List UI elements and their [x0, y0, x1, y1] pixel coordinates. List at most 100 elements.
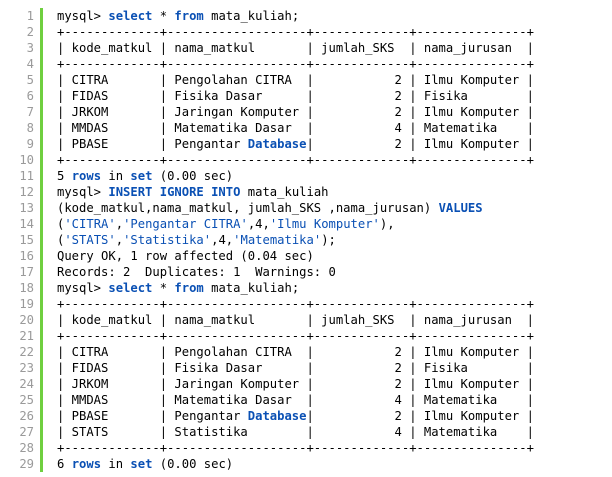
line-text: 5 rows in set (0.00 sec) [43, 168, 612, 184]
sql-keyword: from [174, 281, 204, 295]
code-line: 20 | kode_matkul | nama_matkul | jumlah_S… [0, 312, 612, 328]
line-text: (kode_matkul,nama_matkul, jumlah_SKS ,na… [43, 200, 612, 216]
text-segment: | JRKOM | Jaringan Komputer | 2 | Ilmu K… [57, 105, 534, 119]
text-segment: , [115, 233, 124, 247]
text-segment: ); [321, 233, 336, 247]
text-segment: mata_kuliah; [203, 281, 300, 295]
text-segment: 5 [57, 169, 72, 183]
line-text: Records: 2 Duplicates: 1 Warnings: 0 [43, 264, 612, 280]
line-number: 29 [19, 457, 34, 471]
line-number: 25 [19, 393, 34, 407]
text-segment: | MMDAS | Matematika Dasar | 4 | Matemat… [57, 393, 534, 407]
sql-keyword: set [130, 457, 153, 471]
text-segment: Query OK, 1 row affected (0.04 sec) [57, 249, 314, 263]
line-number: 24 [19, 377, 34, 391]
line-text: | FIDAS | Fisika Dasar | 2 | Fisika | [43, 360, 612, 376]
text-segment: , [115, 217, 124, 231]
code-line: 16 Query OK, 1 row affected (0.04 sec) [0, 248, 612, 264]
line-number: 18 [19, 281, 34, 295]
text-segment: | 2 | Ilmu Komputer | [306, 137, 534, 151]
text-segment: | FIDAS | Fisika Dasar | 2 | Fisika | [57, 361, 534, 375]
sql-keyword: select [108, 281, 153, 295]
text-segment: (0.00 sec) [152, 457, 234, 471]
line-text: +-------------+-------------------+-----… [43, 440, 612, 456]
code-line: 17 Records: 2 Duplicates: 1 Warnings: 0 [0, 264, 612, 280]
line-number: 19 [19, 297, 34, 311]
text-segment: +-------------+-------------------+-----… [57, 25, 534, 39]
text-segment: +-------------+-------------------+-----… [57, 57, 534, 71]
line-text: ('STATS','Statistika',4,'Matematika'); [43, 232, 612, 248]
sql-string: 'STATS' [64, 233, 116, 247]
code-line: 10 +-------------+-------------------+---… [0, 152, 612, 168]
line-number: 20 [19, 313, 34, 327]
line-text: | JRKOM | Jaringan Komputer | 2 | Ilmu K… [43, 104, 612, 120]
text-segment: ), [379, 217, 395, 231]
text-segment: (0.00 sec) [152, 169, 234, 183]
code-line: 1 mysql> select * from mata_kuliah; [0, 8, 612, 24]
sql-string: 'Ilmu Komputer' [269, 217, 380, 231]
line-number: 4 [26, 57, 34, 71]
sql-keyword: set [130, 169, 153, 183]
code-line: 24 | JRKOM | Jaringan Komputer | 2 | Ilmu… [0, 376, 612, 392]
line-text: | PBASE | Pengantar Database| 2 | Ilmu K… [43, 136, 612, 152]
line-number: 3 [26, 41, 34, 55]
line-text: | MMDAS | Matematika Dasar | 4 | Matemat… [43, 120, 612, 136]
line-text: | CITRA | Pengolahan CITRA | 2 | Ilmu Ko… [43, 72, 612, 88]
text-segment: in [101, 169, 131, 183]
sql-keyword: VALUES [438, 201, 483, 215]
line-number: 17 [19, 265, 34, 279]
text-segment: (kode_matkul,nama_matkul, jumlah_SKS ,na… [57, 201, 439, 215]
sql-keyword: from [174, 9, 204, 23]
text-segment: +-------------+-------------------+-----… [57, 297, 534, 311]
line-number: 27 [19, 425, 34, 439]
line-number: 8 [26, 121, 34, 135]
line-number: 22 [19, 345, 34, 359]
text-segment: +-------------+-------------------+-----… [57, 441, 534, 455]
line-number: 11 [19, 169, 34, 183]
line-text: ('CITRA','Pengantar CITRA',4,'Ilmu Kompu… [43, 216, 612, 232]
line-number: 9 [26, 137, 34, 151]
line-number: 10 [19, 153, 34, 167]
code-line: 9 | PBASE | Pengantar Database| 2 | Ilmu … [0, 136, 612, 152]
line-text: mysql> select * from mata_kuliah; [43, 8, 612, 24]
sql-string: 'CITRA' [64, 217, 116, 231]
line-number: 14 [19, 217, 34, 231]
code-line: 29 6 rows in set (0.00 sec) [0, 456, 612, 472]
text-segment: * [152, 9, 175, 23]
line-text: | JRKOM | Jaringan Komputer | 2 | Ilmu K… [43, 376, 612, 392]
line-text: | STATS | Statistika | 4 | Matematika | [43, 424, 612, 440]
text-segment: mysql> [57, 9, 109, 23]
sql-keyword: INSERT IGNORE INTO [108, 185, 241, 199]
line-number: 12 [19, 185, 34, 199]
text-segment: +-------------+-------------------+-----… [57, 329, 534, 343]
text-segment: | JRKOM | Jaringan Komputer | 2 | Ilmu K… [57, 377, 534, 391]
text-segment: | PBASE | Pengantar [57, 409, 248, 423]
code-line: 12 mysql> INSERT IGNORE INTO mata_kuliah [0, 184, 612, 200]
code-line: 28 +-------------+-------------------+---… [0, 440, 612, 456]
line-number: 28 [19, 441, 34, 455]
code-editor[interactable]: 1 mysql> select * from mata_kuliah; 2 +----… [0, 0, 612, 477]
line-text: +-------------+-------------------+-----… [43, 296, 612, 312]
line-number: 16 [19, 249, 34, 263]
line-text: | kode_matkul | nama_matkul | jumlah_SKS… [43, 312, 612, 328]
line-number: 15 [19, 233, 34, 247]
code-line: 5 | CITRA | Pengolahan CITRA | 2 | Ilmu K… [0, 72, 612, 88]
text-segment: mysql> [57, 185, 109, 199]
code-line: 15 ('STATS','Statistika',4,'Matematika'); [0, 232, 612, 248]
text-segment: Records: 2 Duplicates: 1 Warnings: 0 [57, 265, 336, 279]
line-text: mysql> INSERT IGNORE INTO mata_kuliah [43, 184, 612, 200]
code-line: 2 +-------------+-------------------+----… [0, 24, 612, 40]
code-line: 22 | CITRA | Pengolahan CITRA | 2 | Ilmu … [0, 344, 612, 360]
line-number: 1 [26, 9, 34, 23]
code-line: 11 5 rows in set (0.00 sec) [0, 168, 612, 184]
line-text: +-------------+-------------------+-----… [43, 328, 612, 344]
line-text: mysql> select * from mata_kuliah; [43, 280, 612, 296]
text-segment: | 2 | Ilmu Komputer | [306, 409, 534, 423]
text-segment: | FIDAS | Fisika Dasar | 2 | Fisika | [57, 89, 534, 103]
text-segment: | CITRA | Pengolahan CITRA | 2 | Ilmu Ko… [57, 73, 534, 87]
line-number: 26 [19, 409, 34, 423]
line-number: 6 [26, 89, 34, 103]
code-lines: 1 mysql> select * from mata_kuliah; 2 +----… [0, 8, 612, 472]
sql-string: 'Pengantar CITRA' [123, 217, 248, 231]
text-segment: ,4, [247, 217, 270, 231]
